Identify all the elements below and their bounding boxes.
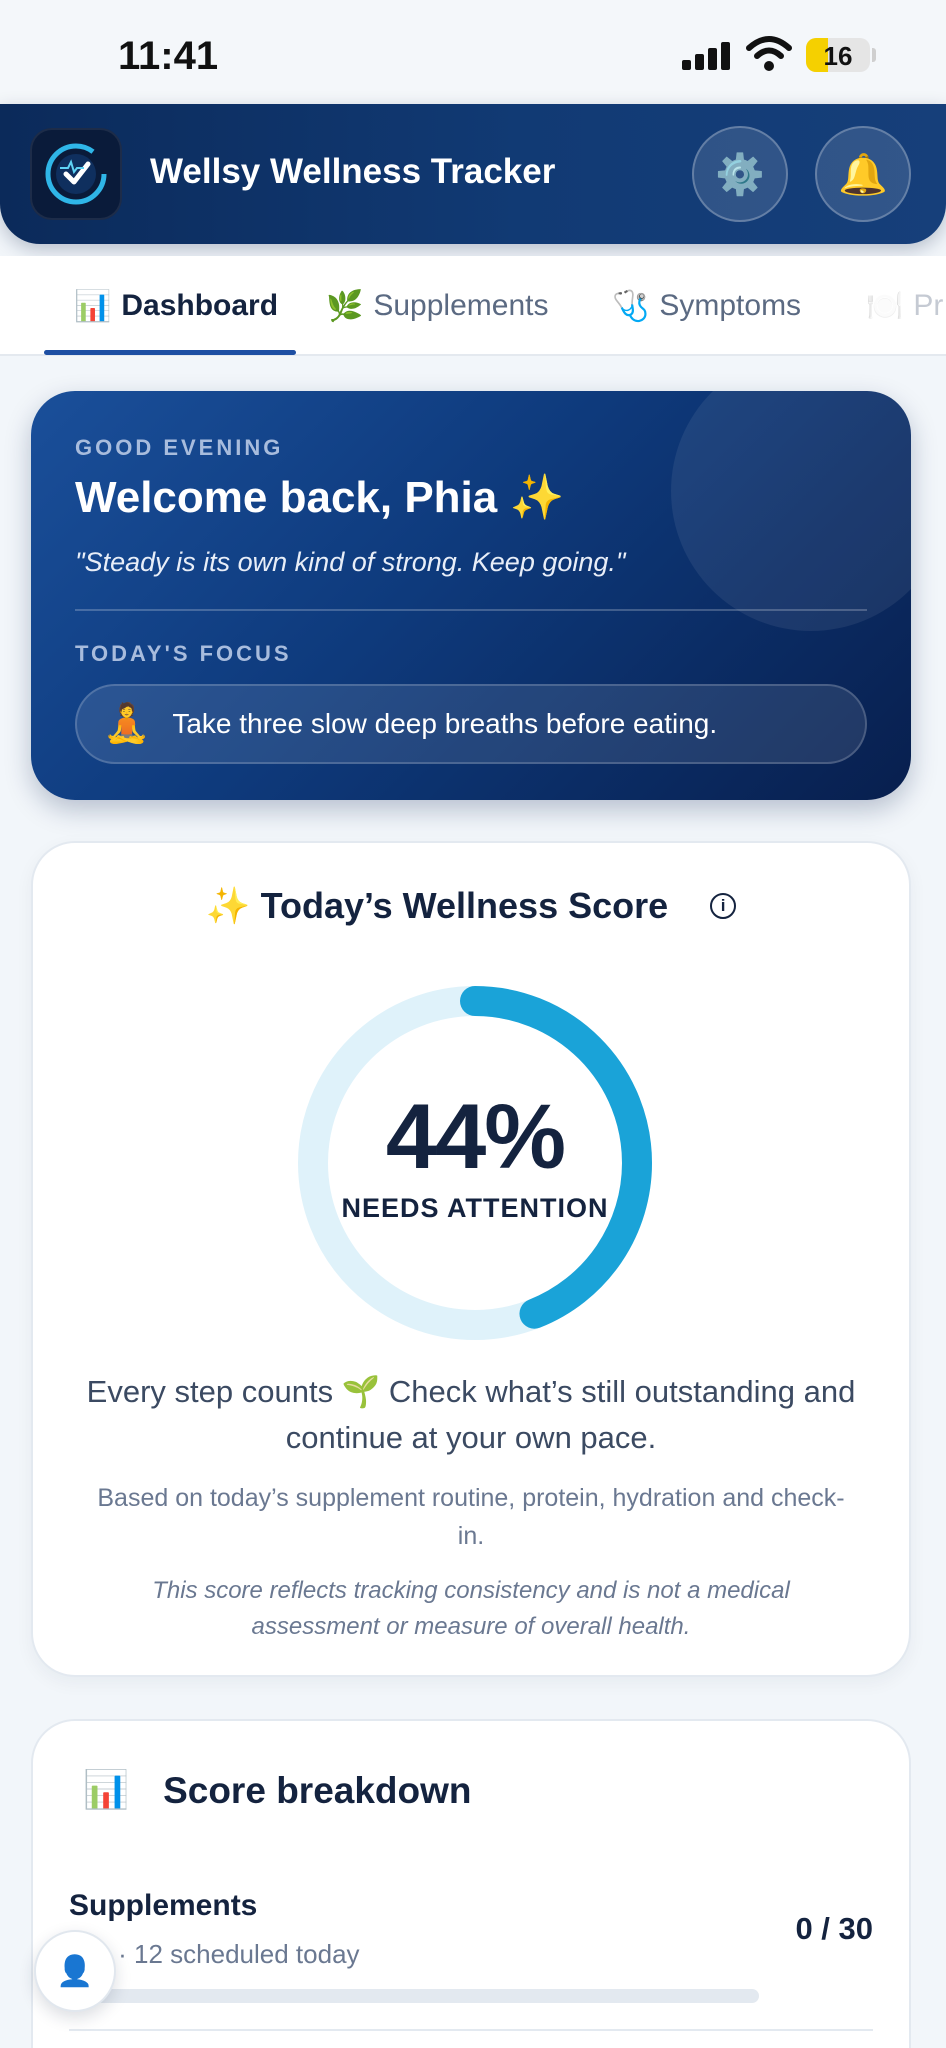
score-basis: Based on today’s supplement routine, pro… bbox=[97, 1484, 845, 1550]
notifications-button[interactable]: 🔔 bbox=[815, 126, 911, 222]
divider bbox=[69, 2029, 873, 2031]
gear-icon: ⚙️ bbox=[715, 152, 765, 197]
plate-icon: 🍽️ bbox=[866, 289, 904, 323]
settings-button[interactable]: ⚙️ bbox=[692, 126, 788, 222]
greeting-label: GOOD EVENING bbox=[75, 435, 284, 460]
herb-icon: 🌿 bbox=[326, 289, 364, 323]
score-breakdown-card: 📊 Score breakdown Supplements ken · 12 s… bbox=[31, 1719, 911, 2048]
score-status: NEEDS ATTENTION bbox=[341, 1193, 609, 1223]
battery-tip bbox=[872, 48, 876, 62]
tab-label: Pr bbox=[913, 289, 944, 322]
chart-icon: 📊 bbox=[83, 1769, 130, 1810]
score-title-row: ✨ Today’s Wellness Score i bbox=[33, 885, 909, 927]
wellness-score-card: ✨ Today’s Wellness Score i 44% NEEDS ATT… bbox=[31, 841, 911, 1677]
tab-label: Symptoms bbox=[659, 289, 802, 322]
motivational-quote: "Steady is its own kind of strong. Keep … bbox=[75, 547, 626, 577]
info-icon[interactable]: i bbox=[710, 893, 737, 919]
app-logo-icon bbox=[30, 128, 122, 220]
chart-icon: 📊 bbox=[74, 289, 112, 323]
welcome-card: GOOD EVENING Welcome back, Phia ✨ "Stead… bbox=[31, 391, 911, 800]
tab-protein[interactable]: 🍽️ Pr bbox=[866, 256, 943, 356]
tab-label: Supplements bbox=[373, 289, 549, 322]
breakdown-row-value: 0 / 30 bbox=[795, 1911, 873, 1946]
tab-label: Dashboard bbox=[121, 289, 279, 322]
cellular-signal-icon bbox=[682, 40, 732, 70]
focus-pill: 🧘 Take three slow deep breaths before ea… bbox=[75, 684, 867, 764]
bell-icon: 🔔 bbox=[838, 152, 888, 197]
breakdown-header: 📊 Score breakdown bbox=[83, 1769, 472, 1812]
breakdown-row-title: Supplements bbox=[69, 1889, 258, 1922]
tab-supplements[interactable]: 🌿 Supplements bbox=[326, 256, 548, 356]
active-tab-indicator bbox=[44, 350, 296, 355]
meditation-icon: 🧘 bbox=[103, 703, 151, 745]
status-bar: 11:41 16 bbox=[0, 0, 946, 104]
status-time: 11:41 bbox=[118, 34, 219, 78]
focus-text: Take three slow deep breaths before eati… bbox=[172, 708, 718, 739]
score-value: 44% bbox=[385, 1086, 566, 1188]
score-disclaimer: This score reflects tracking consistency… bbox=[152, 1577, 790, 1640]
wifi-icon bbox=[746, 36, 792, 71]
score-title: ✨ Today’s Wellness Score bbox=[205, 885, 669, 926]
breakdown-progress-bar bbox=[69, 1989, 759, 2003]
tab-bar: 📊 Dashboard 🌿 Supplements 🩺 Symptoms 🍽️ … bbox=[0, 256, 946, 356]
breakdown-title: Score breakdown bbox=[163, 1769, 472, 1811]
app-header: Wellsy Wellness Tracker ⚙️ 🔔 bbox=[0, 104, 946, 244]
welcome-title: Welcome back, Phia ✨ bbox=[75, 473, 565, 522]
focus-label: TODAY'S FOCUS bbox=[75, 641, 292, 666]
score-message: Every step counts 🌱 Check what’s still o… bbox=[86, 1374, 856, 1455]
tab-symptoms[interactable]: 🩺 Symptoms bbox=[612, 256, 801, 356]
stethoscope-icon: 🩺 bbox=[612, 289, 650, 323]
app-title: Wellsy Wellness Tracker bbox=[150, 152, 556, 191]
user-icon: 👤 bbox=[56, 1954, 94, 1988]
divider bbox=[75, 609, 867, 611]
tab-dashboard[interactable]: 📊 Dashboard bbox=[74, 256, 278, 356]
profile-button[interactable]: 👤 bbox=[34, 1930, 116, 2012]
battery-icon: 16 bbox=[806, 38, 870, 72]
battery-level: 16 bbox=[823, 41, 853, 71]
decorative-circle bbox=[671, 391, 911, 631]
